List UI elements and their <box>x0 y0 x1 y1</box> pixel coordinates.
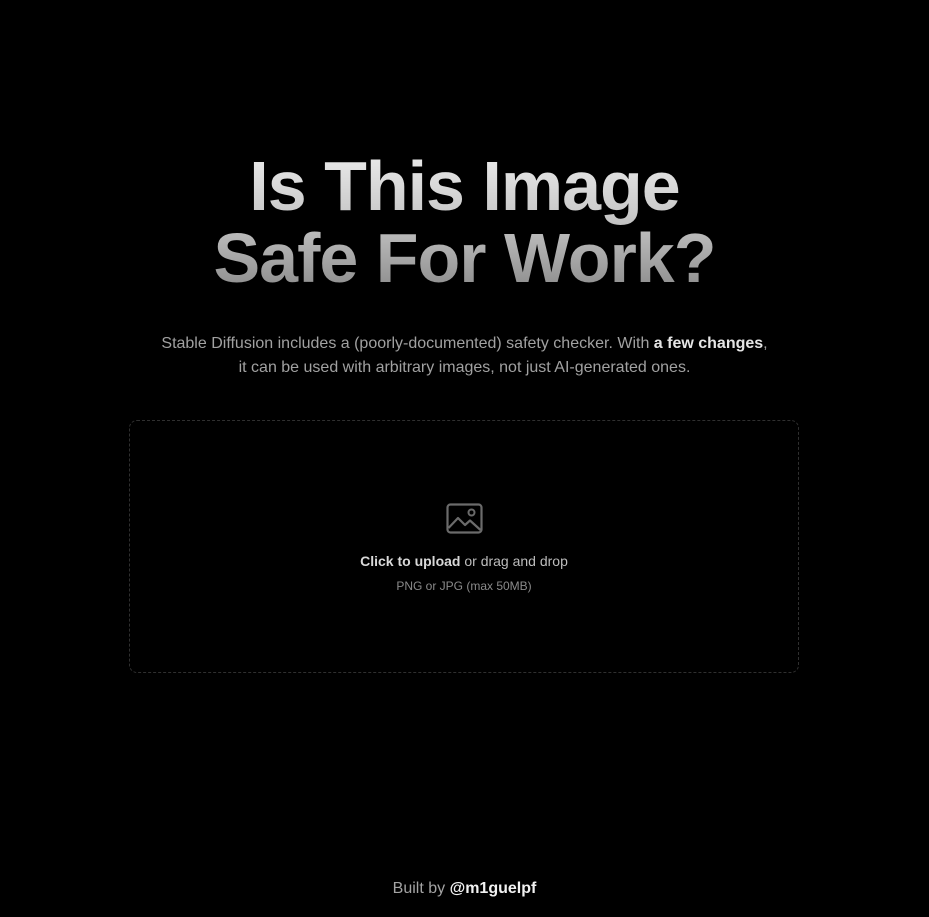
upload-instructions: Click to upload or drag and drop <box>130 551 798 571</box>
upload-dropzone[interactable]: Click to upload or drag and drop PNG or … <box>129 420 799 673</box>
image-icon <box>446 503 483 534</box>
page-title: Is This Image Safe For Work? <box>0 150 929 294</box>
description-text-line2: it can be used with arbitrary images, no… <box>238 359 691 376</box>
click-to-upload-label[interactable]: Click to upload <box>360 553 460 569</box>
author-link[interactable]: @m1guelpf <box>450 880 537 897</box>
file-type-hint: PNG or JPG (max 50MB) <box>396 579 532 593</box>
description-text-start: Stable Diffusion includes a (poorly-docu… <box>161 335 654 352</box>
drag-drop-label: or drag and drop <box>460 553 568 569</box>
description-comma: , <box>763 335 768 352</box>
title-line-1: Is This Image <box>249 147 680 225</box>
footer-prefix: Built by <box>392 880 450 897</box>
few-changes-link[interactable]: a few changes <box>654 335 763 352</box>
footer: Built by @m1guelpf <box>0 878 929 900</box>
page-description: Stable Diffusion includes a (poorly-docu… <box>100 332 829 380</box>
title-line-2: Safe For Work? <box>213 219 716 297</box>
page: Is This Image Safe For Work? Stable Diff… <box>0 0 929 917</box>
